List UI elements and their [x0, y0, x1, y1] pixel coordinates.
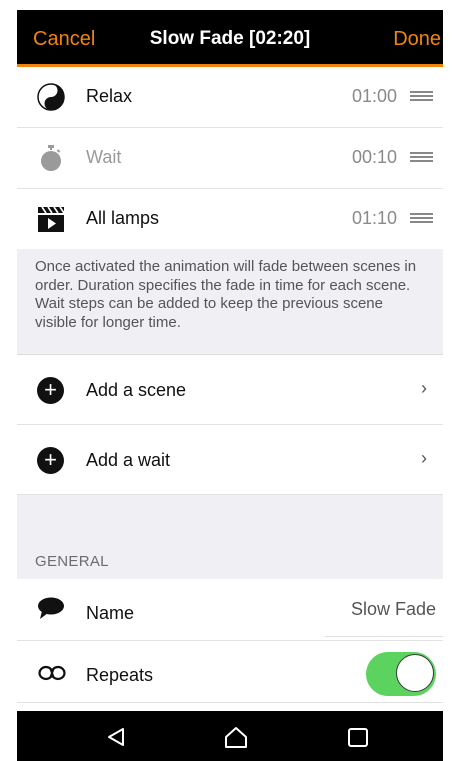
- speech-bubble-icon: [38, 597, 64, 619]
- add-icon: +: [37, 377, 64, 404]
- clapperboard-icon: [38, 206, 65, 232]
- status-area: [0, 0, 460, 10]
- name-label: Name: [86, 603, 135, 623]
- home-icon[interactable]: [222, 723, 250, 751]
- drag-handle-icon[interactable]: [410, 213, 433, 224]
- content-area: Relax 01:00 Wait 00:10 All lamps 01:10 O…: [17, 67, 443, 711]
- add-wait-label: Add a wait: [86, 450, 171, 470]
- step-duration[interactable]: 00:10: [352, 147, 397, 168]
- info-text: Once activated the animation will fade b…: [17, 249, 443, 355]
- name-field[interactable]: Slow Fade: [351, 599, 436, 620]
- recent-apps-icon[interactable]: [344, 723, 372, 751]
- step-label: Relax: [86, 86, 133, 106]
- add-icon: +: [37, 447, 64, 474]
- step-duration[interactable]: 01:10: [352, 208, 397, 229]
- chevron-right-icon: ›: [421, 378, 427, 398]
- page-title: Slow Fade [02:20]: [149, 28, 311, 49]
- add-scene-row[interactable]: + Add a scene ›: [17, 355, 443, 425]
- done-button[interactable]: Done: [393, 28, 441, 51]
- chevron-right-icon: ›: [421, 448, 427, 468]
- add-wait-row[interactable]: + Add a wait ›: [17, 425, 443, 495]
- add-scene-label: Add a scene: [86, 380, 187, 400]
- step-row-all-lamps[interactable]: All lamps 01:10: [17, 189, 443, 250]
- back-icon[interactable]: [103, 723, 131, 751]
- name-row[interactable]: Name Slow Fade: [17, 579, 443, 641]
- yin-yang-icon: [37, 83, 65, 111]
- repeats-row: Repeats: [17, 641, 443, 703]
- repeat-loop-icon: [38, 665, 66, 681]
- system-nav-bar: [17, 711, 443, 761]
- drag-handle-icon[interactable]: [410, 152, 433, 163]
- step-row-wait[interactable]: Wait 00:10: [17, 128, 443, 189]
- step-label: Wait: [86, 147, 122, 167]
- general-section: GENERAL: [17, 495, 443, 579]
- drag-handle-icon[interactable]: [410, 91, 433, 102]
- step-label: All lamps: [86, 208, 160, 228]
- section-header-general: GENERAL: [35, 553, 109, 570]
- name-field-underline: [325, 636, 443, 637]
- stopwatch-icon: [41, 145, 61, 171]
- toggle-knob: [396, 654, 434, 692]
- step-duration[interactable]: 01:00: [352, 86, 397, 107]
- repeats-label: Repeats: [86, 665, 154, 685]
- step-row-relax[interactable]: Relax 01:00: [17, 67, 443, 128]
- top-bar: Cancel Slow Fade [02:20] Done: [17, 10, 443, 67]
- repeats-toggle[interactable]: [366, 652, 436, 696]
